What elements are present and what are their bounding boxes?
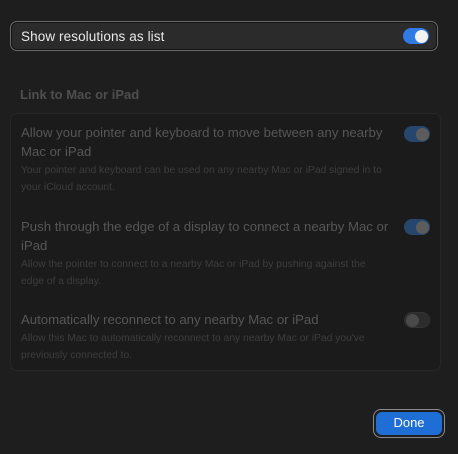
toggle-knob: [415, 220, 429, 234]
section-title: Link to Mac or iPad: [20, 87, 140, 102]
push-through-edge-setting: Push through the edge of a display to co…: [21, 217, 391, 290]
pointer-keyboard-setting: Allow your pointer and keyboard to move …: [21, 123, 391, 196]
setting-title: Allow your pointer and keyboard to move …: [21, 125, 383, 159]
toggle-knob: [414, 29, 428, 43]
setting-description: Your pointer and keyboard can be used on…: [21, 165, 382, 193]
auto-reconnect-setting: Automatically reconnect to any nearby Ma…: [21, 310, 391, 364]
show-resolutions-row[interactable]: Show resolutions as list: [10, 21, 438, 51]
setting-title: Push through the edge of a display to co…: [21, 219, 389, 253]
toggle-knob: [406, 314, 419, 327]
done-button[interactable]: Done: [373, 409, 445, 438]
link-settings-group: Allow your pointer and keyboard to move …: [10, 113, 441, 371]
setting-description: Allow the pointer to connect to a nearby…: [21, 259, 366, 287]
auto-reconnect-toggle[interactable]: [404, 312, 430, 328]
show-resolutions-toggle[interactable]: [403, 28, 429, 44]
setting-description: Allow this Mac to automatically reconnec…: [21, 333, 365, 361]
settings-sheet: Show resolutions as list Link to Mac or …: [0, 0, 458, 454]
show-resolutions-label: Show resolutions as list: [21, 29, 165, 44]
setting-title: Automatically reconnect to any nearby Ma…: [21, 312, 319, 327]
toggle-knob: [415, 127, 429, 141]
done-button-label: Done: [376, 412, 442, 435]
pointer-keyboard-toggle[interactable]: [404, 126, 430, 142]
push-through-edge-toggle[interactable]: [404, 219, 430, 235]
